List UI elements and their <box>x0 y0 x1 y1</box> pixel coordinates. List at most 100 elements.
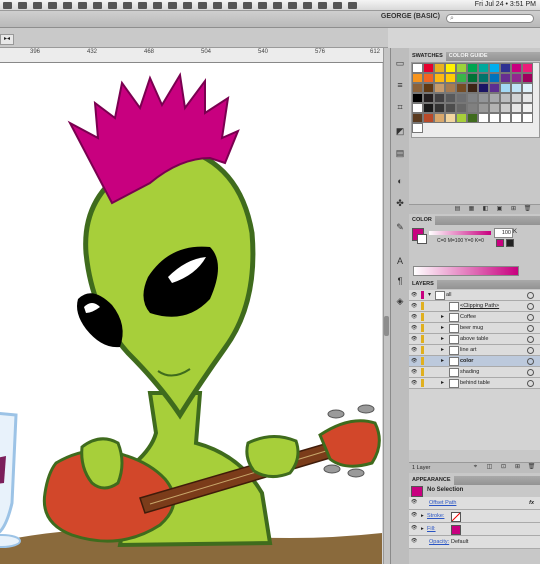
swatch[interactable] <box>434 73 445 83</box>
menubar-status-icon[interactable] <box>48 1 57 9</box>
menubar-status-icon[interactable] <box>18 1 27 9</box>
visibility-eye-icon[interactable]: 👁 <box>411 347 417 353</box>
target-circle-icon[interactable] <box>527 314 534 321</box>
menubar-status-icon[interactable] <box>318 1 327 9</box>
swatch[interactable] <box>434 83 445 93</box>
swatch[interactable] <box>445 63 456 73</box>
swatch[interactable] <box>478 103 489 113</box>
clipping-mask-icon[interactable]: ◫ <box>485 464 494 471</box>
menubar-status-icon[interactable] <box>198 1 207 9</box>
out-of-gamut-icon[interactable] <box>496 239 504 247</box>
swatch[interactable] <box>412 73 423 83</box>
opacity-link[interactable]: Opacity: <box>429 536 449 548</box>
tab-color-guide[interactable]: COLOR GUIDE <box>446 52 491 61</box>
visibility-eye-icon[interactable]: 👁 <box>411 303 417 309</box>
swatch[interactable] <box>412 113 423 123</box>
visibility-eye-icon[interactable]: 👁 <box>411 369 417 375</box>
swatch[interactable] <box>522 113 533 123</box>
locate-object-icon[interactable]: ⌖ <box>471 464 480 471</box>
menubar-status-icon[interactable] <box>93 1 102 9</box>
swatch[interactable] <box>522 83 533 93</box>
menubar-status-icon[interactable] <box>63 1 72 9</box>
layer-row[interactable]: 👁 shading <box>409 367 540 378</box>
stroke-icon[interactable]: ▤ <box>394 148 406 159</box>
swatch[interactable] <box>489 83 500 93</box>
swatch[interactable] <box>445 73 456 83</box>
swatch[interactable] <box>445 113 456 123</box>
swatch-libraries-icon[interactable]: ▤ <box>453 206 462 213</box>
target-circle-icon[interactable] <box>527 336 534 343</box>
menubar-status-icon[interactable] <box>78 1 87 9</box>
stroke-none-swatch[interactable] <box>451 512 461 522</box>
menubar-status-icon[interactable] <box>258 1 267 9</box>
gradient-icon[interactable]: ◐ <box>394 176 406 187</box>
fx-icon[interactable]: fx <box>529 497 534 509</box>
swatch[interactable] <box>445 103 456 113</box>
swatch[interactable] <box>467 113 478 123</box>
new-swatch-icon[interactable]: ⊞ <box>509 206 518 213</box>
swatch[interactable] <box>412 123 423 133</box>
new-layer-icon[interactable]: ⊞ <box>513 464 522 471</box>
swatch[interactable] <box>478 93 489 103</box>
expand-triangle-icon[interactable]: ▸ <box>421 523 424 535</box>
k-slider[interactable] <box>429 231 491 235</box>
swatch[interactable] <box>456 63 467 73</box>
pathfinder-icon[interactable]: ◩ <box>394 126 406 137</box>
graphic-styles-icon[interactable]: ◈ <box>394 296 406 307</box>
menubar-status-icon[interactable] <box>138 1 147 9</box>
menubar-status-icon[interactable] <box>333 1 342 9</box>
appearance-row[interactable]: 👁 Opacity: Default <box>409 536 540 549</box>
expand-triangle-icon[interactable]: ▸ <box>441 334 444 344</box>
swatch[interactable] <box>478 63 489 73</box>
layer-row[interactable]: 👁 ▸ line art <box>409 345 540 356</box>
trash-icon[interactable]: 🗑 <box>527 464 536 471</box>
swatch[interactable] <box>456 83 467 93</box>
target-circle-icon[interactable] <box>527 347 534 354</box>
layer-row[interactable]: 👁 ▸ above table <box>409 334 540 345</box>
target-circle-icon[interactable] <box>527 292 534 299</box>
swatch[interactable] <box>511 113 522 123</box>
swatch[interactable] <box>478 83 489 93</box>
visibility-eye-icon[interactable]: 👁 <box>411 525 417 531</box>
swatch[interactable] <box>522 73 533 83</box>
swatch[interactable] <box>500 63 511 73</box>
web-safe-icon[interactable] <box>506 239 514 247</box>
menubar-status-icon[interactable] <box>168 1 177 9</box>
appearance-row[interactable]: 👁 ▸ Stroke: <box>409 510 540 523</box>
trash-icon[interactable]: 🗑 <box>523 206 532 213</box>
visibility-eye-icon[interactable]: 👁 <box>411 314 417 320</box>
workspace-switcher[interactable]: GEORGE (BASIC) <box>381 13 440 20</box>
swatch[interactable] <box>500 83 511 93</box>
layer-row[interactable]: 👁 ▸ color <box>409 356 540 367</box>
stroke-link[interactable]: Stroke: <box>427 510 444 522</box>
transform-icon[interactable]: ⌗ <box>394 102 406 113</box>
target-circle-icon[interactable] <box>527 358 534 365</box>
target-circle-icon[interactable] <box>527 369 534 376</box>
swatch[interactable] <box>423 63 434 73</box>
visibility-eye-icon[interactable]: 👁 <box>411 358 417 364</box>
swatch[interactable] <box>489 93 500 103</box>
tab-appearance[interactable]: APPEARANCE <box>409 476 454 485</box>
stroke-swatch[interactable] <box>417 234 427 244</box>
swatch[interactable] <box>412 93 423 103</box>
swatch[interactable] <box>467 83 478 93</box>
offset-path-link[interactable]: Offset Path <box>429 497 456 509</box>
swatch[interactable] <box>434 113 445 123</box>
expand-triangle-icon[interactable]: ▸ <box>441 312 444 322</box>
menubar-status-icon[interactable] <box>183 1 192 9</box>
tab-color[interactable]: COLOR <box>409 216 435 225</box>
swatch[interactable] <box>445 83 456 93</box>
layer-row[interactable]: 👁 ▸ beer mug <box>409 323 540 334</box>
menubar-status-icon[interactable] <box>228 1 237 9</box>
swatch[interactable] <box>423 83 434 93</box>
swatch[interactable] <box>522 63 533 73</box>
swatch[interactable] <box>456 113 467 123</box>
tab-swatches[interactable]: SWATCHES <box>409 52 446 61</box>
swatch[interactable] <box>500 73 511 83</box>
expand-triangle-icon[interactable]: ▸ <box>441 323 444 333</box>
visibility-eye-icon[interactable]: 👁 <box>411 292 417 298</box>
swatch[interactable] <box>478 73 489 83</box>
layer-row[interactable]: 👁 ▸ Coffee <box>409 312 540 323</box>
swatch[interactable] <box>412 63 423 73</box>
visibility-eye-icon[interactable]: 👁 <box>411 325 417 331</box>
